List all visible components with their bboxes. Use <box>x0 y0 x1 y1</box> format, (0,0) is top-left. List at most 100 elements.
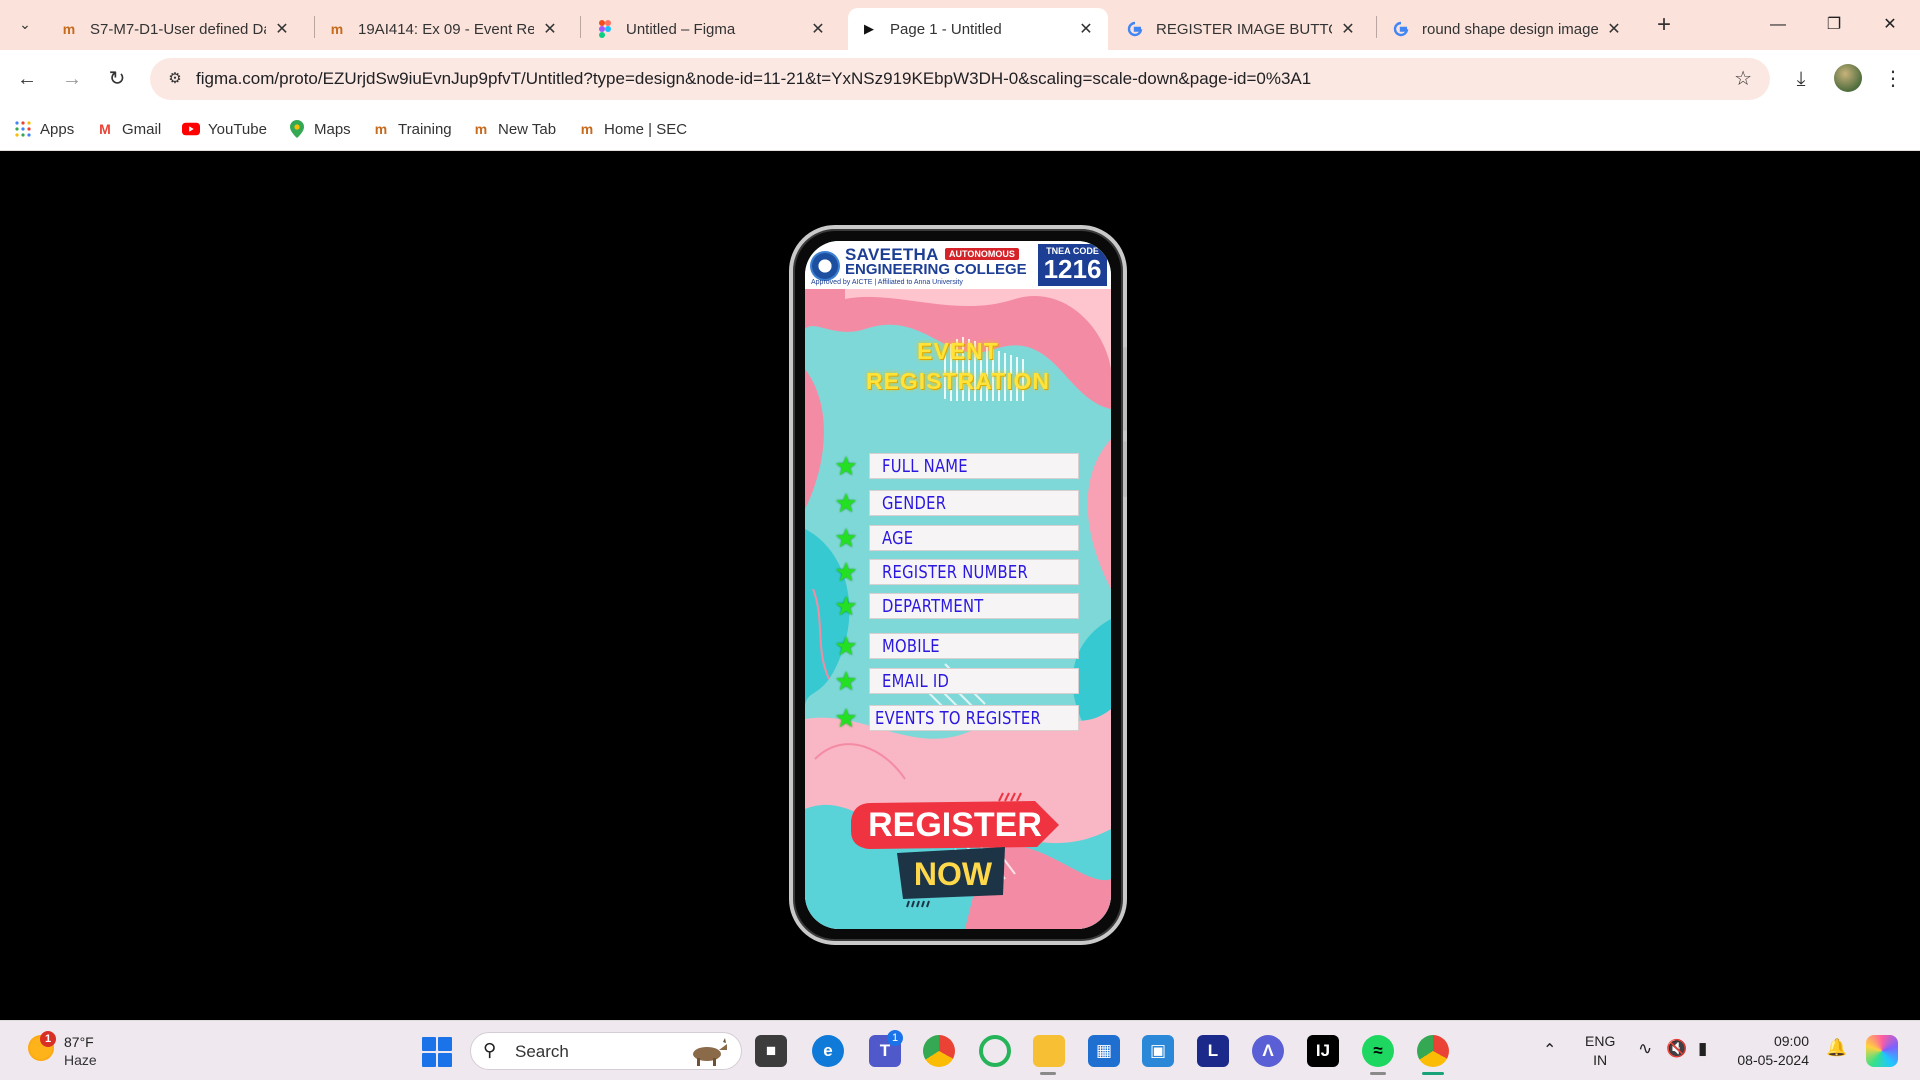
bookmark-maps[interactable]: Maps <box>288 117 351 141</box>
tab-title: round shape design image <box>1422 20 1598 38</box>
show-hidden-icons-chevron-icon[interactable]: ⌃ <box>1543 1040 1556 1060</box>
bookmark-training[interactable]: m Training <box>372 117 452 141</box>
download-icon[interactable]: ⤓ <box>1786 64 1816 94</box>
bookmark-home-sec[interactable]: m Home | SEC <box>578 117 687 141</box>
intellij-icon[interactable]: IJ <box>1307 1035 1339 1067</box>
field-age[interactable]: ★ AGE <box>833 525 1079 551</box>
field-label: DEPARTMENT <box>882 596 984 617</box>
field-full-name[interactable]: ★ FULL NAME <box>833 451 1079 481</box>
field-box[interactable]: DEPARTMENT <box>869 593 1079 619</box>
bookmark-gmail[interactable]: M Gmail <box>96 117 161 141</box>
bookmark-label: New Tab <box>498 120 557 138</box>
arc-app-icon[interactable]: Λ <box>1252 1035 1284 1067</box>
back-arrow-icon[interactable]: ← <box>12 64 42 94</box>
minimize-window-button[interactable]: — <box>1750 8 1806 42</box>
windows-start-icon[interactable] <box>422 1037 452 1067</box>
task-view-icon[interactable]: ■ <box>755 1035 787 1067</box>
tab-2[interactable]: m 19AI414: Ex 09 - Event Reg ✕ <box>316 8 572 50</box>
chrome-profile-icon[interactable] <box>1417 1035 1449 1067</box>
bookmark-label: Gmail <box>122 120 162 138</box>
close-tab-icon[interactable]: ✕ <box>1076 19 1096 39</box>
close-tab-icon[interactable]: ✕ <box>540 19 560 39</box>
field-box[interactable]: REGISTER NUMBER <box>869 559 1079 585</box>
sync-app-icon[interactable] <box>979 1035 1011 1067</box>
wifi-icon[interactable]: ∿ <box>1638 1039 1652 1059</box>
google-icon <box>1126 20 1144 38</box>
site-info-icon[interactable]: ⚙ <box>164 68 186 90</box>
figma-icon <box>596 20 614 38</box>
tab-divider <box>1376 16 1377 38</box>
microsoft-store-icon[interactable]: ▦ <box>1088 1035 1120 1067</box>
tab-4-active[interactable]: ▶ Page 1 - Untitled ✕ <box>848 8 1108 50</box>
training-logo-icon: m <box>580 121 594 137</box>
tab-3[interactable]: Untitled – Figma ✕ <box>584 8 840 50</box>
bookmark-new-tab[interactable]: m New Tab <box>472 117 556 141</box>
field-box[interactable]: AGE <box>869 525 1079 551</box>
spotify-icon[interactable]: ≈ <box>1362 1035 1394 1067</box>
star-icon: ★ <box>834 631 858 661</box>
field-label: AGE <box>882 528 914 549</box>
google-icon <box>1392 20 1410 38</box>
tab-6[interactable]: round shape design image ✕ <box>1380 8 1636 50</box>
field-email-id[interactable]: ★ EMAIL ID <box>833 668 1079 694</box>
field-label: FULL NAME <box>882 456 968 477</box>
field-label: MOBILE <box>882 636 940 657</box>
field-box[interactable]: GENDER <box>869 490 1079 516</box>
teams-badge: 1 <box>887 1030 903 1046</box>
url-text[interactable]: figma.com/proto/EZUrjdSw9iuEvnJup9pfvT/U… <box>196 69 1311 89</box>
weather-widget[interactable]: 1 87°F Haze <box>24 1031 134 1071</box>
close-tab-icon[interactable]: ✕ <box>272 19 292 39</box>
bookmark-youtube[interactable]: YouTube <box>182 117 267 141</box>
field-department[interactable]: ★ DEPARTMENT <box>833 593 1079 619</box>
notification-bell-icon[interactable]: 🔔 <box>1826 1038 1847 1058</box>
battery-icon[interactable]: ▮ <box>1698 1039 1707 1059</box>
reload-icon[interactable]: ↻ <box>102 64 132 94</box>
field-gender[interactable]: ★ GENDER <box>833 490 1079 516</box>
star-icon: ★ <box>834 451 858 481</box>
close-tab-icon[interactable]: ✕ <box>808 19 828 39</box>
clock[interactable]: 09:00 08-05-2024 <box>1737 1032 1809 1070</box>
input-language[interactable]: ENG IN <box>1585 1032 1615 1070</box>
field-box[interactable]: EMAIL ID <box>869 668 1079 694</box>
field-events-to-register[interactable]: ★ EVENTS TO REGISTER <box>833 703 1079 733</box>
field-mobile[interactable]: ★ MOBILE <box>833 631 1079 661</box>
windows-taskbar: 1 87°F Haze ⚲ Search ■ e T 1 ▦ ▣ L Λ IJ … <box>0 1020 1920 1080</box>
close-tab-icon[interactable]: ✕ <box>1604 19 1624 39</box>
taskbar-search[interactable]: ⚲ Search <box>470 1032 742 1070</box>
file-explorer-icon[interactable] <box>1033 1035 1065 1067</box>
close-window-button[interactable]: ✕ <box>1862 8 1918 42</box>
field-box[interactable]: FULL NAME <box>869 453 1079 479</box>
now-text: NOW <box>914 856 993 892</box>
profile-avatar[interactable] <box>1834 64 1862 92</box>
restore-window-button[interactable]: ❐ <box>1806 8 1862 42</box>
menu-kebab-icon[interactable]: ⋮ <box>1878 64 1908 94</box>
bookmark-apps[interactable]: Apps <box>14 117 74 141</box>
tab-title: 19AI414: Ex 09 - Event Reg <box>358 20 534 38</box>
bookmark-label: Apps <box>40 120 75 138</box>
tab-1[interactable]: m S7-M7-D1-User defined Da ✕ <box>48 8 304 50</box>
edge-browser-icon[interactable]: e <box>812 1035 844 1067</box>
new-tab-button[interactable]: + <box>1650 12 1678 40</box>
register-now-button[interactable]: REGISTER NOW <box>847 791 1067 911</box>
figma-prototype-viewport: SAVEETHA AUTONOMOUS ENGINEERING COLLEGE … <box>0 151 1920 1020</box>
running-indicator <box>1040 1072 1056 1075</box>
address-bar[interactable]: ⚙ figma.com/proto/EZUrjdSw9iuEvnJup9pfvT… <box>150 58 1770 100</box>
field-box[interactable]: EVENTS TO REGISTER <box>869 705 1079 731</box>
copilot-icon[interactable] <box>1866 1035 1898 1067</box>
field-box[interactable]: MOBILE <box>869 633 1079 659</box>
chrome-icon[interactable] <box>923 1035 955 1067</box>
bookmark-star-icon[interactable]: ☆ <box>1734 66 1752 91</box>
close-tab-icon[interactable]: ✕ <box>1338 19 1358 39</box>
tab-search-chevron-icon[interactable]: ⌄ <box>10 9 40 39</box>
star-icon: ★ <box>834 703 858 733</box>
tab-5[interactable]: REGISTER IMAGE BUTTON ✕ <box>1114 8 1370 50</box>
field-register-number[interactable]: ★ REGISTER NUMBER <box>833 559 1079 585</box>
bookmark-label: YouTube <box>208 120 267 138</box>
tab-strip: ⌄ m S7-M7-D1-User defined Da ✕ m 19AI414… <box>0 0 1920 50</box>
youtube-icon <box>182 122 200 136</box>
app-window-icon[interactable]: ▣ <box>1142 1035 1174 1067</box>
field-label: EVENTS TO REGISTER <box>875 708 1041 729</box>
l-app-icon[interactable]: L <box>1197 1035 1229 1067</box>
volume-muted-icon[interactable]: 🔇 <box>1666 1039 1687 1059</box>
forward-arrow-icon[interactable]: → <box>57 64 87 94</box>
